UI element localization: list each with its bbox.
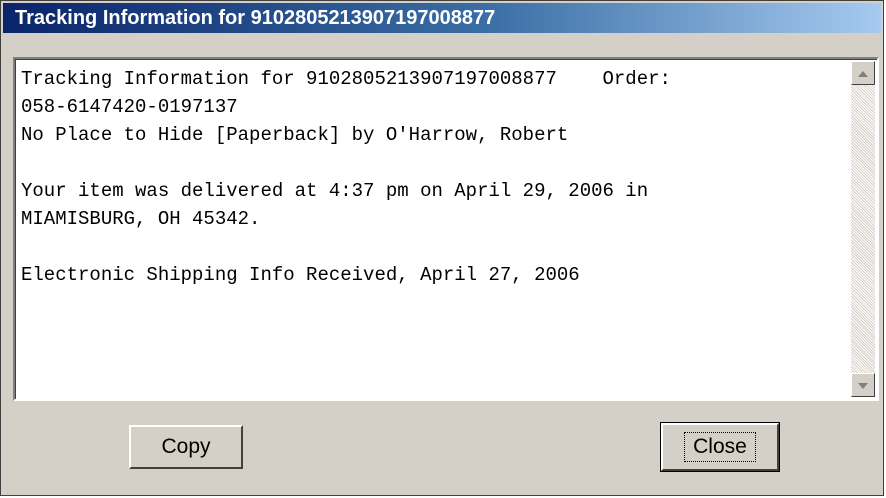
close-button[interactable]: Close xyxy=(660,422,780,472)
text-line: MIAMISBURG, OH 45342. xyxy=(21,208,261,230)
text-line: Electronic Shipping Info Received, April… xyxy=(21,264,580,286)
text-line: Tracking Information for 910280521390719… xyxy=(21,68,671,90)
tracking-dialog: Tracking Information for 910280521390719… xyxy=(0,0,884,496)
text-line: Your item was delivered at 4:37 pm on Ap… xyxy=(21,180,649,202)
copy-button[interactable]: Copy xyxy=(129,425,243,469)
window-title: Tracking Information for 910280521390719… xyxy=(3,3,881,33)
scroll-down-arrow-icon xyxy=(858,376,868,394)
text-line: 058-6147420-0197137 xyxy=(21,96,238,118)
close-button-label: Close xyxy=(684,432,756,462)
scroll-down-button[interactable] xyxy=(851,373,875,397)
text-line: No Place to Hide [Paperback] by O'Harrow… xyxy=(21,124,569,146)
scroll-up-button[interactable] xyxy=(851,61,875,85)
tracking-text: Tracking Information for 910280521390719… xyxy=(21,65,849,395)
vertical-scrollbar[interactable] xyxy=(851,61,875,397)
tracking-text-area[interactable]: Tracking Information for 910280521390719… xyxy=(13,57,879,401)
scroll-up-arrow-icon xyxy=(858,64,868,82)
